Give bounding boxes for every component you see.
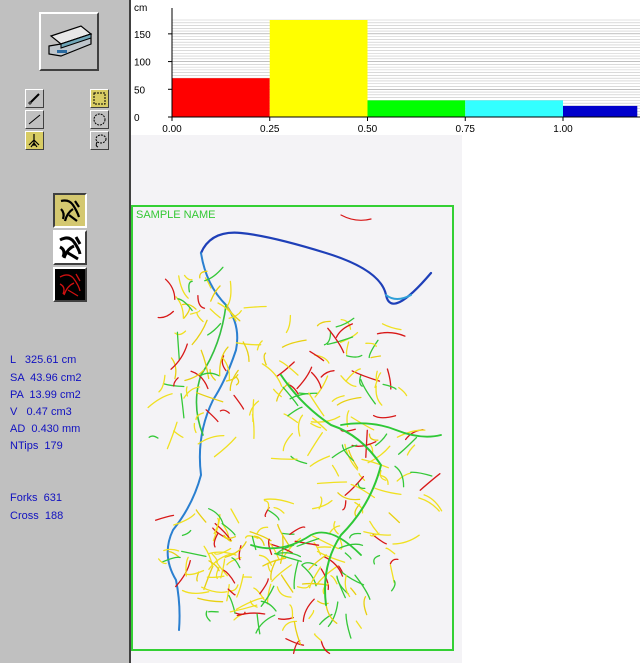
histogram-bar: [172, 78, 270, 117]
line-tool[interactable]: [25, 110, 44, 129]
stat-forks: Forks 631: [10, 492, 62, 504]
histogram-bar: [563, 105, 638, 117]
y-axis-label: cm: [134, 3, 147, 14]
y-tick-label: 50: [134, 85, 146, 96]
circle-select-tool[interactable]: [90, 110, 109, 129]
x-tick-label: 0.25: [260, 124, 280, 135]
outline-view-button[interactable]: [53, 230, 87, 265]
skeleton-view-icon: [60, 199, 81, 222]
line-icon: [28, 114, 41, 125]
stat-volume: V 0.47 cm3: [10, 406, 72, 418]
y-tick-label: 100: [134, 58, 151, 69]
circle-select-icon: [93, 113, 106, 126]
histogram-bar: [367, 100, 466, 117]
histogram-bar: [465, 100, 563, 117]
outline-view-icon: [59, 236, 82, 261]
scan-button[interactable]: [39, 12, 99, 71]
tree-tool[interactable]: [25, 131, 44, 150]
diameter-histogram: 0 50 100 150 0.00 0.25 0.50 0.75 1.00 cm: [131, 0, 640, 135]
scanner-icon: [48, 25, 93, 57]
blank-canvas: [462, 135, 640, 663]
root-system-drawing: [147, 214, 443, 655]
y-tick-label: 0: [134, 113, 140, 124]
x-tick-label: 0.75: [456, 124, 476, 135]
red-overlay-icon: [59, 273, 81, 297]
pencil-icon: [27, 93, 40, 106]
stat-projected-area: PA 13.99 cm2: [10, 389, 81, 401]
tool-sidebar: [0, 0, 129, 663]
x-tick-label: 0.00: [162, 124, 182, 135]
overlay-view-button[interactable]: [53, 267, 87, 302]
x-tick-label: 1.00: [553, 124, 573, 135]
rect-select-tool[interactable]: [90, 89, 109, 108]
rect-select-icon: [93, 92, 106, 105]
y-tick-label: 150: [134, 30, 151, 41]
stat-ntips: NTips 179: [10, 440, 63, 452]
lasso-tool[interactable]: [90, 131, 109, 150]
stat-avg-diameter: AD 0.430 mm: [10, 423, 81, 435]
tree-icon: [28, 134, 40, 148]
skeleton-view-button[interactable]: [53, 193, 87, 228]
x-tick-label: 0.50: [358, 124, 378, 135]
lasso-icon: [95, 134, 107, 148]
stat-length: L 325.61 cm: [10, 354, 77, 366]
stat-surface-area: SA 43.96 cm2: [10, 372, 82, 384]
pencil-tool[interactable]: [25, 89, 44, 108]
histogram-bar: [269, 20, 368, 117]
stat-crossings: Cross 188: [10, 510, 64, 522]
